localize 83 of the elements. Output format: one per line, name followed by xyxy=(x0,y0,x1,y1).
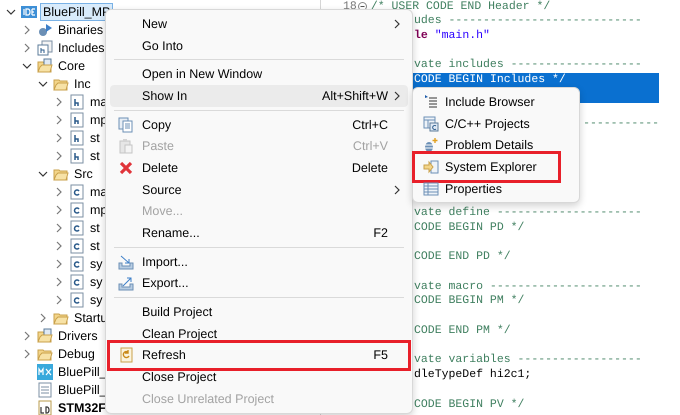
tree-item[interactable]: BluePill_MP xyxy=(40,3,114,21)
arrow-window-icon xyxy=(423,158,439,175)
menu-item[interactable]: Delete Delete xyxy=(110,157,408,179)
code-line: vate define --------------------- xyxy=(414,206,642,220)
tree-item[interactable]: sy xyxy=(88,256,104,272)
menu-item[interactable]: System Explorer xyxy=(417,156,575,178)
menu-item[interactable]: Refresh F5 xyxy=(110,344,408,366)
binaries-icon xyxy=(37,22,53,38)
bug-icon xyxy=(423,137,439,154)
code-line: CODE BEGIN PM */ xyxy=(414,294,524,309)
delete-icon xyxy=(118,160,134,176)
code-line: CODE BEGIN PV */ xyxy=(414,398,524,412)
code-line: /* USER CODE END Header */ xyxy=(370,0,550,13)
menu-item[interactable]: Show In Alt+Shift+W xyxy=(110,85,408,107)
ide-project-icon xyxy=(21,6,37,18)
code-line: vate macro ---------------------- xyxy=(414,280,642,294)
menu-item[interactable]: Go Into xyxy=(110,34,408,56)
menu-item[interactable]: Export... xyxy=(110,272,408,294)
export-icon xyxy=(118,275,134,292)
copy-icon xyxy=(118,116,134,133)
projects-icon xyxy=(423,116,439,132)
menu-item[interactable]: Close Project xyxy=(110,366,408,388)
menu-item[interactable]: Copy Ctrl+C xyxy=(110,114,408,136)
tree-item[interactable]: st xyxy=(88,148,102,164)
mx-file-icon xyxy=(37,364,53,380)
refresh-icon xyxy=(118,347,134,364)
code-line: CODE BEGIN Includes */ xyxy=(414,73,566,88)
menu-item[interactable]: Build Project xyxy=(110,301,408,323)
code-line: CODE END PM */ xyxy=(414,324,511,338)
text-file-icon xyxy=(37,382,53,398)
paste-icon xyxy=(118,138,134,154)
line-number: 18 xyxy=(343,0,357,13)
source-folder-icon xyxy=(37,58,53,74)
menu-item[interactable]: Source xyxy=(110,178,408,200)
import-icon xyxy=(118,254,134,270)
menu-item[interactable]: Problem Details xyxy=(417,134,575,156)
header-file-icon xyxy=(69,112,85,128)
header-file-icon xyxy=(69,130,85,146)
code-line: udes ---------------------------- xyxy=(414,14,642,29)
c-file-icon xyxy=(69,202,85,218)
code-line: vate variables ------------------ xyxy=(414,353,642,368)
table-icon xyxy=(423,180,439,197)
tree-item[interactable]: STM32F xyxy=(56,400,108,415)
menu-item[interactable]: Clean Project xyxy=(110,322,408,345)
menu-item[interactable]: Properties xyxy=(417,178,575,200)
c-file-icon xyxy=(69,220,85,236)
tree-item[interactable]: st xyxy=(88,220,102,236)
c-file-icon xyxy=(69,238,85,254)
tree-item[interactable]: Includes xyxy=(56,40,107,56)
tree-item[interactable]: Src xyxy=(72,166,95,182)
menu-item[interactable]: Open in New Window xyxy=(110,63,408,86)
menu-item[interactable]: Include Browser xyxy=(417,91,575,113)
tree-item[interactable]: st xyxy=(88,130,102,146)
list-icon xyxy=(423,94,439,110)
menu-item[interactable]: Import... xyxy=(110,250,408,273)
c-file-icon xyxy=(69,274,85,290)
code-line: ----------- xyxy=(583,117,659,132)
tree-item[interactable]: Drivers xyxy=(56,328,100,344)
code-line: vate includes ------------------- xyxy=(414,58,642,73)
collapse-icon[interactable] xyxy=(6,7,16,17)
tree-item[interactable]: Debug xyxy=(56,346,97,362)
header-file-icon xyxy=(69,94,85,110)
c-file-icon xyxy=(69,292,85,308)
source-folder-icon xyxy=(37,328,53,344)
collapse-icon[interactable] xyxy=(38,169,48,179)
code-line: dleTypeDef hi2c1; xyxy=(414,368,532,383)
tree-item[interactable]: sy xyxy=(88,274,104,290)
tree-item[interactable]: Inc xyxy=(72,76,93,92)
tree-item[interactable]: st xyxy=(88,238,102,254)
header-file-icon xyxy=(69,148,85,164)
tree-item[interactable]: sy xyxy=(88,292,104,308)
tree-item[interactable]: BluePill_ xyxy=(56,382,109,398)
code-line: le "main.h" xyxy=(414,28,490,44)
tree-item[interactable]: BluePill_ xyxy=(56,364,109,380)
menu-item[interactable]: C/C++ Projects xyxy=(417,112,575,134)
menu-item[interactable]: Rename... F2 xyxy=(110,222,408,244)
tree-item[interactable]: Core xyxy=(56,58,88,74)
header-folder-icon xyxy=(37,40,53,56)
c-file-icon xyxy=(69,256,85,272)
code-line: CODE END PD */ xyxy=(414,250,511,265)
code-line: CODE BEGIN PD */ xyxy=(414,220,524,236)
c-file-icon xyxy=(69,184,85,200)
tree-item[interactable]: Binaries xyxy=(56,22,106,38)
